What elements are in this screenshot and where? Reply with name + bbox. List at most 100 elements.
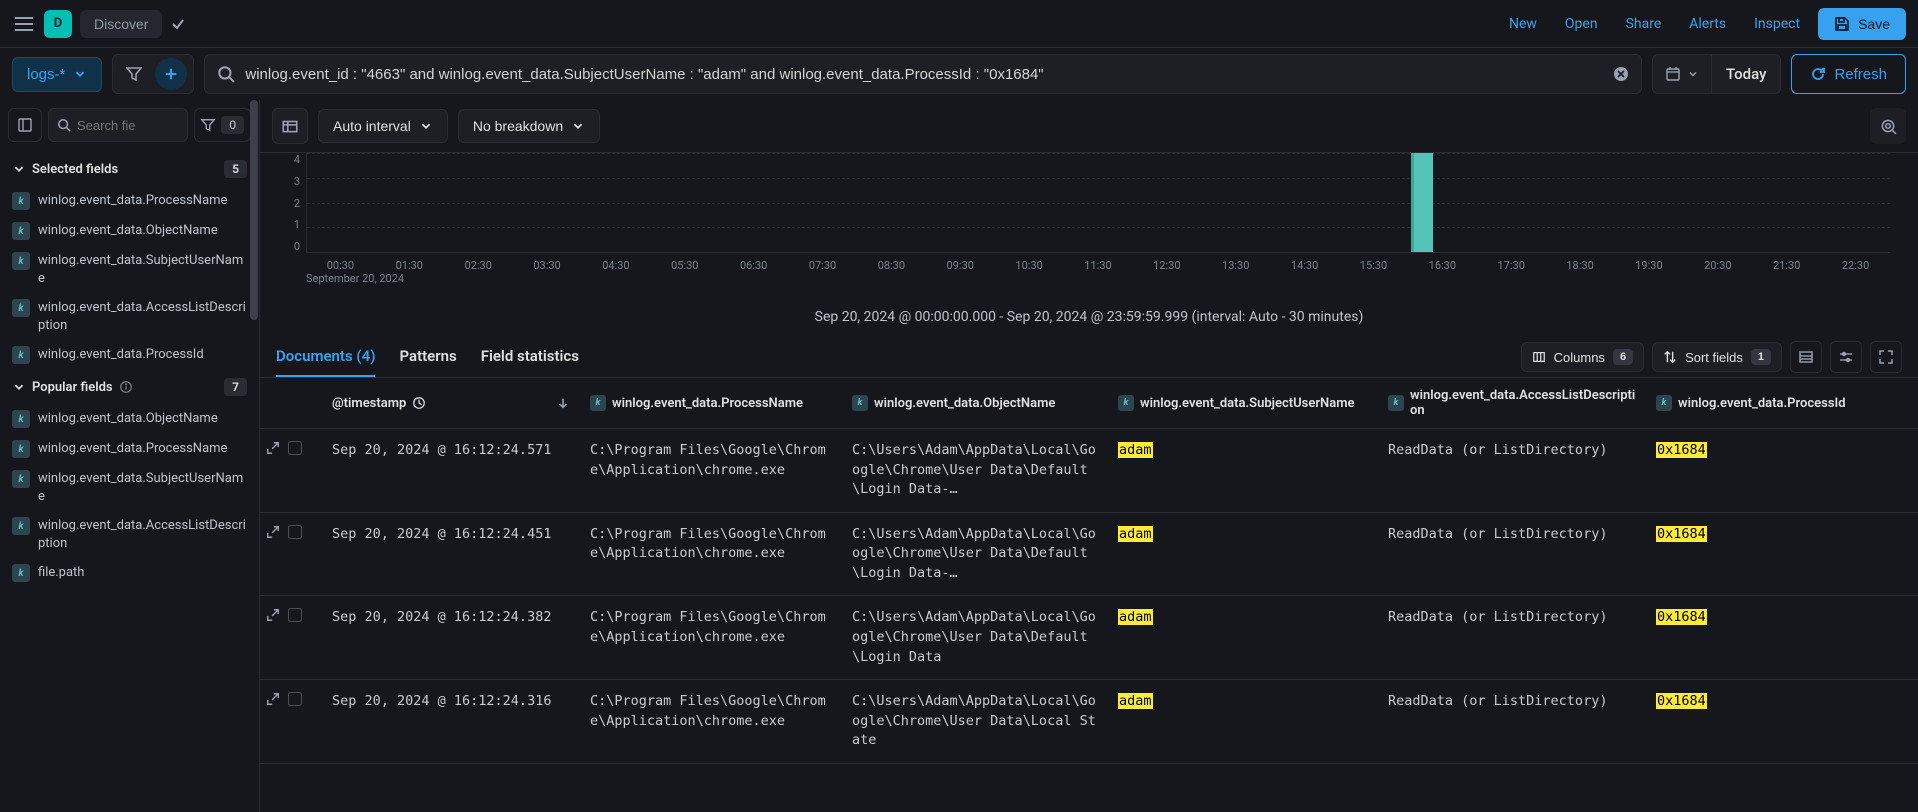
popular-fields-header[interactable]: Popular fields 7: [8, 370, 251, 404]
table-row[interactable]: Sep 20, 2024 @ 16:12:24.571C:\Program Fi…: [260, 429, 1918, 513]
add-filter-button[interactable]: [155, 58, 187, 90]
sort-button[interactable]: Sort fields 1: [1652, 342, 1782, 372]
selected-field-item[interactable]: k winlog.event_data.ProcessId: [8, 340, 251, 370]
index-pattern-selector[interactable]: logs-*: [12, 57, 102, 92]
x-tick: 08:30: [878, 259, 905, 272]
y-tick: 4: [288, 153, 300, 166]
settings-button[interactable]: [1830, 341, 1862, 373]
nav-link-new[interactable]: New: [1499, 10, 1547, 38]
tab-field-statistics[interactable]: Field statistics: [481, 337, 579, 377]
table-row[interactable]: Sep 20, 2024 @ 16:12:24.382C:\Program Fi…: [260, 596, 1918, 680]
y-tick: 2: [288, 197, 300, 210]
expand-row-button[interactable]: [266, 692, 280, 706]
breadcrumb-discover[interactable]: Discover: [80, 10, 162, 38]
popular-fields-title: Popular fields: [32, 380, 113, 395]
field-type-badge: k: [12, 517, 30, 535]
table-cell: C:\Users\Adam\AppData\Local\Google\Chrom…: [842, 596, 1108, 679]
fullscreen-button[interactable]: [1870, 341, 1902, 373]
histogram-bar[interactable]: [1411, 153, 1433, 252]
nav-link-share[interactable]: Share: [1616, 10, 1672, 38]
date-picker[interactable]: Today: [1652, 54, 1781, 94]
breakdown-selector[interactable]: No breakdown: [458, 109, 600, 143]
field-search-input[interactable]: [77, 118, 137, 133]
display-options-button[interactable]: [1790, 341, 1822, 373]
field-name-label: winlog.event_data.ObjectName: [38, 410, 247, 428]
search-query-container[interactable]: [204, 54, 1642, 94]
refresh-button[interactable]: Refresh: [1791, 54, 1906, 94]
filter-icon: [126, 66, 142, 82]
hamburger-menu-icon[interactable]: [12, 12, 36, 36]
x-tick: 12:30: [1153, 259, 1180, 272]
table-row[interactable]: Sep 20, 2024 @ 16:12:24.451C:\Program Fi…: [260, 513, 1918, 597]
sidebar-scrollbar[interactable]: [250, 100, 258, 320]
field-name-label: winlog.event_data.AccessListDescription: [38, 299, 247, 334]
selected-field-item[interactable]: k winlog.event_data.AccessListDescription: [8, 293, 251, 340]
date-label[interactable]: Today: [1712, 65, 1780, 83]
interval-selector[interactable]: Auto interval: [318, 109, 448, 143]
popular-field-item[interactable]: kwinlog.event_data.AccessListDescription: [8, 511, 251, 558]
tab-patterns[interactable]: Patterns: [399, 337, 456, 377]
row-checkbox[interactable]: [288, 692, 302, 706]
field-type-badge: k: [12, 299, 30, 317]
chevron-down-icon: [571, 119, 585, 133]
selected-field-item[interactable]: kwinlog.event_data.SubjectUserName: [8, 246, 251, 293]
field-name-label: winlog.event_data.ObjectName: [38, 222, 247, 240]
selected-field-item[interactable]: kwinlog.event_data.ProcessName: [8, 186, 251, 216]
field-name-label: winlog.event_data.ProcessName: [38, 440, 247, 458]
expand-row-button[interactable]: [266, 441, 280, 455]
col-process-id[interactable]: kwinlog.event_data.ProcessId: [1646, 378, 1878, 428]
sidebar-toggle-button[interactable]: [8, 108, 42, 142]
popular-field-item[interactable]: kfile.path: [8, 558, 251, 588]
field-name-label: winlog.event_data.ProcessName: [38, 192, 247, 210]
histogram-settings-button[interactable]: [272, 108, 308, 144]
x-tick: 15:30: [1360, 259, 1387, 272]
x-tick: 07:30: [809, 259, 836, 272]
x-tick: 03:30: [533, 259, 560, 272]
columns-button[interactable]: Columns 6: [1521, 342, 1644, 372]
nav-link-alerts[interactable]: Alerts: [1679, 10, 1736, 38]
filter-button[interactable]: [119, 59, 149, 89]
col-timestamp[interactable]: @timestamp: [322, 378, 580, 428]
info-icon[interactable]: [119, 380, 133, 394]
clear-search-button[interactable]: [1613, 66, 1629, 82]
selected-field-item[interactable]: kwinlog.event_data.ObjectName: [8, 216, 251, 246]
tab-documents[interactable]: Documents (4): [276, 337, 375, 377]
calendar-button[interactable]: [1653, 55, 1712, 93]
table-cell: C:\Users\Adam\AppData\Local\Google\Chrom…: [842, 680, 1108, 763]
col-process-name[interactable]: kwinlog.event_data.ProcessName: [580, 378, 842, 428]
field-name-label: winlog.event_data.ProcessId: [38, 346, 247, 364]
field-name-label: winlog.event_data.SubjectUserName: [38, 470, 247, 505]
field-type-badge: k: [12, 346, 30, 364]
popular-field-item[interactable]: kwinlog.event_data.ProcessName: [8, 434, 251, 464]
popular-field-item[interactable]: kwinlog.event_data.SubjectUserName: [8, 464, 251, 511]
table-cell: C:\Program Files\Google\Chrome\Applicati…: [580, 513, 842, 596]
edit-visualization-button[interactable]: [1870, 108, 1906, 144]
histogram-chart[interactable]: 43210 00:3001:3002:3003:3004:3005:3006:3…: [260, 153, 1918, 303]
sort-desc-icon[interactable]: [556, 396, 570, 410]
popular-field-item[interactable]: kwinlog.event_data.ObjectName: [8, 404, 251, 434]
nav-link-inspect[interactable]: Inspect: [1744, 10, 1810, 38]
table-cell: C:\Program Files\Google\Chrome\Applicati…: [580, 680, 842, 763]
expand-row-button[interactable]: [266, 525, 280, 539]
col-object-name[interactable]: kwinlog.event_data.ObjectName: [842, 378, 1108, 428]
field-search[interactable]: [48, 108, 188, 142]
selected-fields-header[interactable]: Selected fields 5: [8, 152, 251, 186]
field-filter-button[interactable]: 0: [194, 108, 251, 142]
expand-row-button[interactable]: [266, 608, 280, 622]
search-query-input[interactable]: [245, 66, 1603, 83]
nav-link-open[interactable]: Open: [1555, 10, 1608, 38]
row-checkbox[interactable]: [288, 525, 302, 539]
row-checkbox[interactable]: [288, 608, 302, 622]
col-access-list-description[interactable]: kwinlog.event_data.AccessListDescription: [1378, 378, 1646, 428]
highlighted-value: adam: [1118, 693, 1153, 709]
save-button[interactable]: Save: [1818, 8, 1906, 40]
histogram-summary: Sep 20, 2024 @ 00:00:00.000 - Sep 20, 20…: [260, 303, 1918, 337]
col-subject-user-name[interactable]: kwinlog.event_data.SubjectUserName: [1108, 378, 1378, 428]
table-row[interactable]: Sep 20, 2024 @ 16:12:24.316C:\Program Fi…: [260, 680, 1918, 764]
grid-icon: [1798, 349, 1814, 365]
fields-sidebar: 0 Selected fields 5 kwinlog.event_data.P…: [0, 100, 260, 812]
app-badge[interactable]: D: [44, 10, 72, 38]
row-checkbox[interactable]: [288, 441, 302, 455]
fullscreen-icon: [1878, 349, 1894, 365]
x-tick: 22:30: [1842, 259, 1869, 272]
